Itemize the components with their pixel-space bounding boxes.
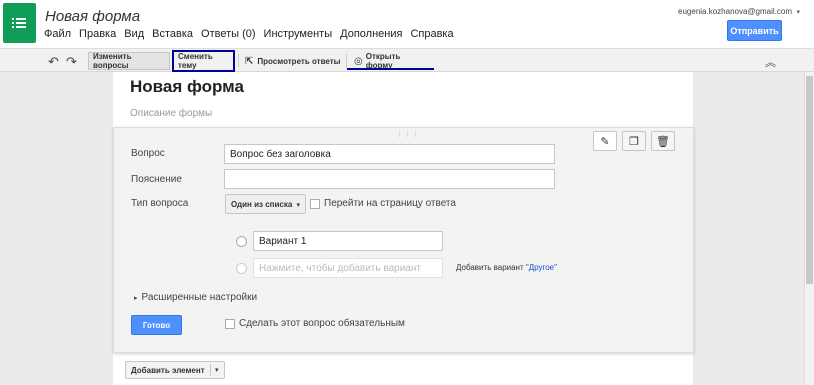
menu-view[interactable]: Вид (124, 28, 144, 40)
add-item-button[interactable]: Добавить элемент ▾ (125, 361, 225, 379)
globe-icon: ◎ (354, 55, 363, 67)
question-type-value: Один из списка (231, 199, 293, 209)
trash-icon[interactable]: 🗑 (651, 131, 675, 151)
help-text-label: Пояснение (131, 174, 182, 185)
redo-icon[interactable]: ↷ (66, 54, 77, 70)
view-responses-button[interactable]: ⇱ Просмотреть ответы (241, 52, 345, 70)
undo-icon[interactable]: ↶ (48, 54, 59, 70)
add-other-link[interactable]: "Другое" (526, 263, 557, 272)
app-header: Новая форма Файл Правка Вид Вставка Отве… (0, 0, 814, 48)
question-title-input[interactable]: Вопрос без заголовка (224, 144, 555, 164)
edit-questions-button[interactable]: Изменить вопросы (88, 52, 170, 70)
question-type-select[interactable]: Один из списка ▾ (225, 194, 306, 214)
send-button[interactable]: Отправить (727, 20, 782, 41)
duplicate-icon[interactable]: ❐ (622, 131, 646, 151)
add-other-prefix: Добавить вариант (456, 263, 524, 272)
required-checkbox[interactable] (225, 319, 235, 329)
question-type-label: Тип вопроса (131, 198, 189, 209)
menu-addons[interactable]: Дополнения (340, 28, 402, 40)
menu-responses[interactable]: Ответы (0) (201, 28, 256, 40)
toolbar-divider (238, 54, 239, 68)
advanced-settings-label: Расширенные настройки (141, 292, 258, 303)
go-to-page-checkbox[interactable] (310, 199, 320, 209)
add-other-option[interactable]: Добавить вариант "Другое" (456, 263, 557, 272)
form-description-field[interactable]: Описание формы (130, 108, 212, 119)
scrollbar-thumb[interactable] (806, 76, 813, 284)
add-item-divider (210, 364, 211, 376)
chevron-down-icon[interactable]: ▾ (215, 366, 219, 374)
option-radio-icon (236, 263, 247, 274)
forms-logo-icon[interactable] (3, 3, 36, 43)
menu-edit[interactable]: Правка (79, 28, 116, 40)
expand-triangle-icon: ▸ (134, 295, 138, 302)
chevron-down-icon: ▾ (296, 202, 300, 209)
edit-pencil-icon[interactable]: ✎ (593, 131, 617, 151)
menu-tools[interactable]: Инструменты (264, 28, 333, 40)
view-responses-label: Просмотреть ответы (257, 56, 341, 66)
responses-icon: ⇱ (245, 55, 254, 67)
required-label: Сделать этот вопрос обязательным (239, 318, 405, 329)
add-option-input[interactable]: Нажмите, чтобы добавить вариант (253, 258, 443, 278)
account-caret-icon[interactable]: ▾ (796, 8, 800, 16)
toolbar-divider (346, 54, 347, 68)
change-theme-button[interactable]: Сменить тему (172, 50, 235, 72)
drag-handle-icon[interactable]: ⋮⋮⋮ (396, 130, 420, 138)
add-item-label: Добавить элемент (131, 365, 205, 375)
form-title[interactable]: Новая форма (130, 77, 244, 97)
collapse-icon[interactable]: ︽ (765, 54, 776, 70)
advanced-settings-toggle[interactable]: ▸ Расширенные настройки (134, 292, 257, 303)
menu-file[interactable]: Файл (44, 28, 71, 40)
user-email[interactable]: eugenia.kozhanova@gmail.com (678, 7, 792, 16)
menu-help[interactable]: Справка (410, 28, 453, 40)
help-text-input[interactable] (224, 169, 555, 189)
question-label: Вопрос (131, 148, 165, 159)
menu-bar: Файл Правка Вид Вставка Ответы (0) Инстр… (44, 28, 462, 40)
done-button[interactable]: Готово (131, 315, 182, 335)
option-radio-icon (236, 236, 247, 247)
go-to-page-label: Перейти на страницу ответа (324, 198, 456, 209)
document-title[interactable]: Новая форма (45, 8, 140, 25)
menu-insert[interactable]: Вставка (152, 28, 193, 40)
option-1-input[interactable]: Вариант 1 (253, 231, 443, 251)
highlight-underline (347, 68, 434, 70)
